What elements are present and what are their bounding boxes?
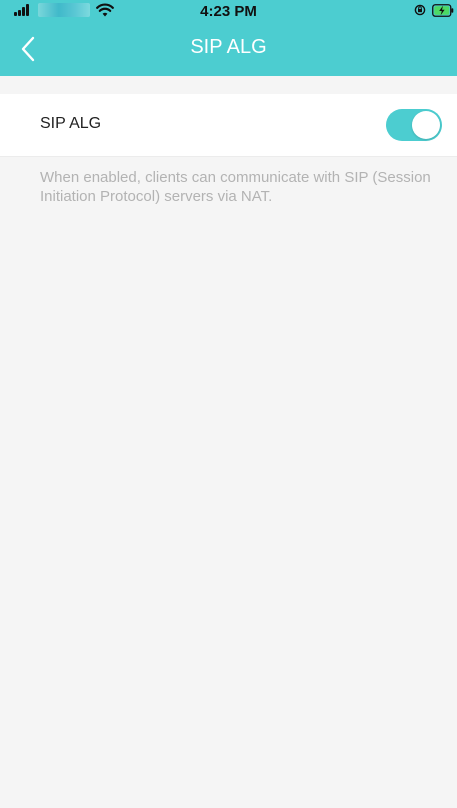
battery-charging-icon [432, 4, 454, 17]
toggle-knob [412, 111, 440, 139]
page-title: SIP ALG [190, 36, 267, 58]
sip-alg-setting-row: SIP ALG [0, 94, 457, 157]
sip-alg-description: When enabled, clients can communicate wi… [40, 169, 431, 205]
sip-alg-toggle[interactable] [386, 109, 442, 141]
screen: 4:23 PM SIP ALG SIP ALG When enabled, cl… [0, 0, 457, 808]
sip-alg-label: SIP ALG [40, 115, 102, 132]
header: 4:23 PM SIP ALG [0, 0, 457, 76]
status-time: 4:23 PM [200, 3, 257, 20]
status-bar: 4:23 PM [0, 0, 457, 22]
nav-bar: SIP ALG [0, 22, 457, 76]
rotation-lock-icon [414, 4, 426, 16]
